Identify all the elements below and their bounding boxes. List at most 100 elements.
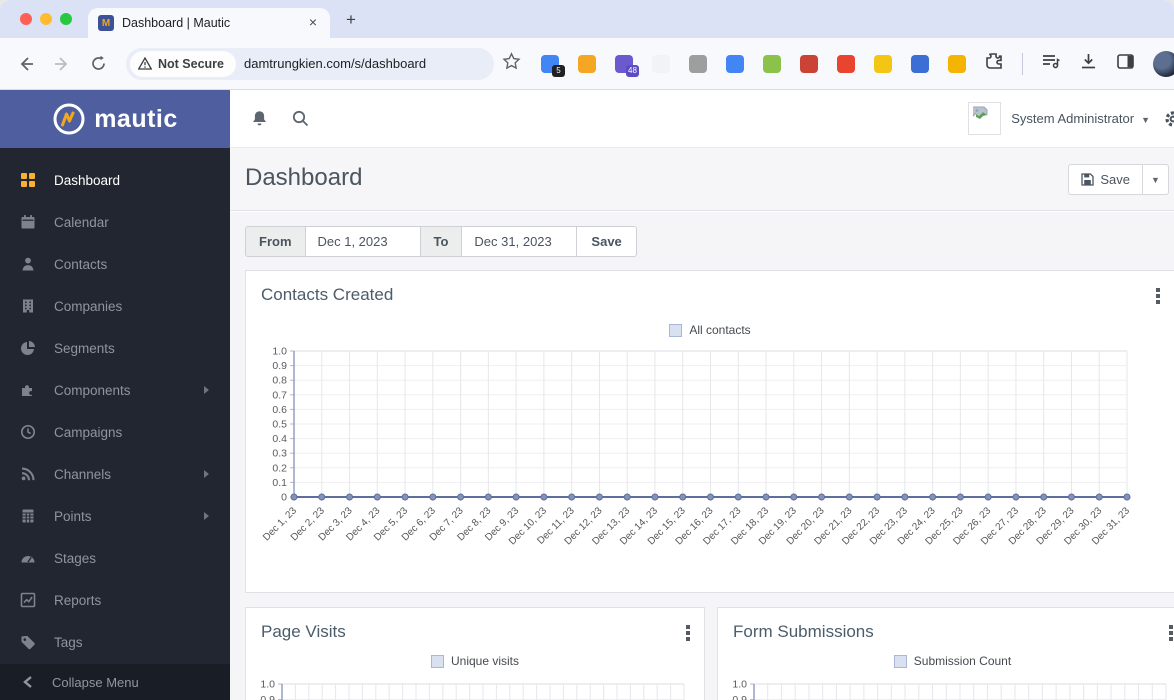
download-icon[interactable] [1079, 52, 1098, 76]
security-label: Not Secure [158, 56, 224, 71]
warning-icon [138, 57, 152, 70]
panel-title: Contacts Created [261, 285, 394, 304]
svg-text:0.9: 0.9 [272, 360, 287, 372]
sidebar: mautic Dashboard Calendar Contacts Companie… [0, 90, 230, 700]
legend-label: All contacts [689, 323, 751, 337]
target-extension-icon[interactable] [911, 54, 929, 73]
notifications-bell-icon[interactable] [250, 109, 269, 129]
browser-tab[interactable]: M Dashboard | Mautic × [88, 8, 330, 38]
to-label: To [419, 226, 463, 257]
coupon-extension-icon[interactable] [837, 54, 855, 73]
svg-text:0.6: 0.6 [272, 404, 287, 416]
tab-close-icon[interactable]: × [304, 14, 322, 32]
chart-legend[interactable]: All contacts [246, 323, 1174, 337]
date-from-input[interactable] [304, 226, 421, 257]
side-panel-icon[interactable] [1116, 52, 1135, 76]
sidebar-item-label: Dashboard [54, 172, 121, 188]
search-icon[interactable] [291, 109, 310, 128]
qr-scan-extension-icon[interactable] [652, 54, 670, 73]
sidebar-item-stages[interactable]: Stages [0, 537, 230, 579]
playlist-icon[interactable] [1041, 52, 1061, 75]
sidebar-item-collapse-menu[interactable]: Collapse Menu [0, 664, 230, 700]
rss-icon [20, 466, 37, 482]
calculator-icon [20, 508, 37, 524]
tag-icon [20, 634, 37, 650]
save-dashboard-button[interactable]: Save [1068, 164, 1143, 195]
date-filter-save-button[interactable]: Save [576, 226, 637, 257]
play-extension-icon[interactable] [948, 54, 966, 73]
puzzle-icon [20, 382, 37, 398]
svg-text:0.9: 0.9 [732, 694, 747, 700]
sidebar-item-segments[interactable]: Segments [0, 327, 230, 369]
sidebar-item-label: Reports [54, 592, 102, 608]
mautic-favicon: M [98, 15, 114, 31]
user-avatar-broken-image [968, 102, 1002, 135]
sidebar-item-label: Channels [54, 466, 112, 482]
address-bar[interactable]: Not Secure damtrungkien.com/s/dashboard [126, 47, 494, 80]
settings-gear-icon[interactable] [1164, 110, 1174, 128]
date-to-input[interactable] [461, 226, 578, 257]
clock-icon [20, 424, 37, 440]
forward-icon[interactable] [48, 50, 76, 78]
gear-extension-icon[interactable] [689, 54, 707, 73]
sidebar-item-dashboard[interactable]: Dashboard [0, 159, 230, 201]
user-name: System Administrator [1011, 111, 1135, 126]
navigation-extension-icon[interactable] [800, 54, 818, 73]
panel-title: Page Visits [261, 622, 346, 641]
svg-text:0.8: 0.8 [272, 375, 287, 387]
chevron-right-icon [203, 511, 210, 521]
sidebar-item-contacts[interactable]: Contacts [0, 243, 230, 285]
sidebar-item-components[interactable]: Components [0, 369, 230, 411]
security-chip[interactable]: Not Secure [130, 50, 236, 77]
blue-page-extension-icon[interactable]: 5 [541, 54, 565, 77]
zoom-window-button[interactable] [60, 13, 72, 25]
sidebar-menu: Dashboard Calendar Contacts Companies Segmen… [0, 148, 230, 663]
save-split-button: Save ▼ [1068, 164, 1169, 195]
user-menu[interactable]: System Administrator ▼ [968, 102, 1164, 135]
reload-icon[interactable] [84, 50, 112, 78]
mautic-logo[interactable]: mautic [0, 90, 230, 148]
sidebar-item-tags[interactable]: Tags [0, 621, 230, 663]
save-dropdown-button[interactable]: ▼ [1143, 164, 1169, 195]
minimize-window-button[interactable] [40, 13, 52, 25]
chart-legend[interactable]: Unique visits [246, 654, 704, 668]
sidebar-item-channels[interactable]: Channels [0, 453, 230, 495]
panel-menu-icon[interactable] [686, 625, 690, 643]
panel-menu-icon[interactable] [1169, 625, 1173, 643]
legend-swatch [893, 654, 907, 668]
sidebar-item-reports[interactable]: Reports [0, 579, 230, 621]
gauge-icon [20, 550, 37, 566]
panel-menu-icon[interactable] [1156, 288, 1160, 306]
sidebar-item-calendar[interactable]: Calendar [0, 201, 230, 243]
mautic-logo-icon [53, 103, 85, 135]
legend-label: Submission Count [913, 654, 1012, 668]
profile-avatar[interactable] [1153, 50, 1174, 77]
purple-home-extension-icon[interactable]: 48 [615, 54, 639, 77]
form-submissions-panel: Form Submissions Submission Count 1.0 0.9 [717, 607, 1174, 700]
date-range-group: From To Save [245, 226, 637, 257]
link-extension-icon[interactable] [763, 54, 781, 73]
bee-extension-icon[interactable] [874, 54, 892, 73]
contacts-created-chart: 1.00.90.80.70.60.50.40.30.20.10Dec 1, 23… [261, 346, 1132, 548]
date-filter-bar: From To Save [230, 212, 1174, 270]
sidebar-item-campaigns[interactable]: Campaigns [0, 411, 230, 453]
close-window-button[interactable] [20, 13, 32, 25]
contacts-created-panel: Contacts Created All contacts 1.0 0.9 0.8 0… [245, 270, 1174, 593]
chart-legend[interactable]: Submission Count [718, 654, 1174, 668]
lock-extension-icon[interactable] [578, 54, 596, 73]
sidebar-item-label: Components [54, 382, 131, 398]
bookmark-star-icon[interactable] [502, 51, 521, 76]
legend-swatch [669, 323, 683, 337]
sidebar-item-label: Segments [54, 340, 115, 356]
url-text: damtrungkien.com/s/dashboard [244, 56, 427, 71]
toolbar-separator [1022, 52, 1023, 75]
sidebar-item-label: Tags [54, 634, 83, 650]
calendar-icon [20, 214, 37, 230]
sidebar-item-companies[interactable]: Companies [0, 285, 230, 327]
back-icon[interactable] [12, 50, 40, 78]
extensions-puzzle-icon[interactable] [984, 51, 1004, 76]
new-tab-button[interactable]: + [338, 7, 364, 33]
app-header: System Administrator ▼ [230, 90, 1174, 148]
translate-extension-icon[interactable] [726, 54, 744, 73]
sidebar-item-points[interactable]: Points [0, 495, 230, 537]
